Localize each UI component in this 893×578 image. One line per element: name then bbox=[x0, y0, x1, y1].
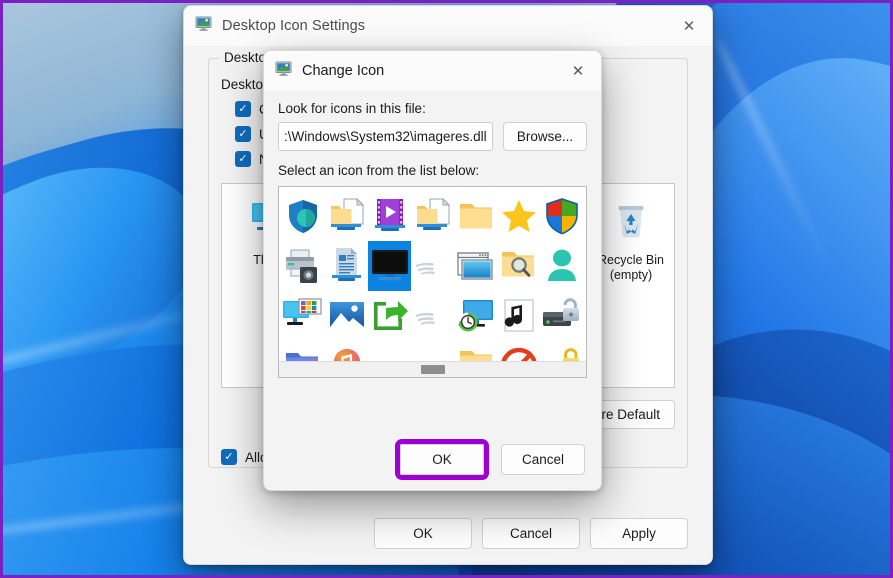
change-icon-footer: OK Cancel bbox=[264, 428, 601, 490]
desktop-icon-settings-footer: OK Cancel Apply bbox=[184, 502, 712, 564]
icon-cell-star-favorites[interactable] bbox=[498, 191, 541, 241]
icon-cell-share-arrow[interactable] bbox=[368, 291, 411, 341]
checkbox-user-files[interactable]: ✓ bbox=[235, 126, 251, 142]
icon-cell-folder-search[interactable] bbox=[498, 241, 541, 291]
checkbox-allow-themes[interactable]: ✓ bbox=[221, 449, 237, 465]
desktop-monitor-icon bbox=[274, 59, 293, 83]
icon-cell-window-program[interactable] bbox=[455, 241, 498, 291]
icon-cell-folder-document-stand[interactable] bbox=[325, 191, 368, 241]
settings-apply-button[interactable]: Apply bbox=[590, 518, 688, 549]
icon-list-box[interactable] bbox=[278, 186, 587, 378]
settings-ok-button[interactable]: OK bbox=[374, 518, 472, 549]
file-path-label: Look for icons in this file: bbox=[278, 101, 587, 116]
settings-cancel-button[interactable]: Cancel bbox=[482, 518, 580, 549]
close-icon[interactable]: ✕ bbox=[666, 6, 712, 46]
icon-cell-music-note[interactable] bbox=[498, 291, 541, 341]
change-icon-body: Look for icons in this file: :\Windows\S… bbox=[264, 91, 601, 378]
icon-grid bbox=[279, 187, 586, 378]
icon-cell-picture-image[interactable] bbox=[325, 291, 368, 341]
icon-cell-user-account[interactable] bbox=[541, 241, 584, 291]
file-path-row: :\Windows\System32\imageres.dll Browse..… bbox=[278, 122, 587, 151]
icon-cell-printer-fax[interactable] bbox=[281, 241, 325, 291]
close-icon[interactable]: ✕ bbox=[555, 51, 601, 91]
ok-button-highlight: OK bbox=[395, 439, 489, 480]
desktop-monitor-icon bbox=[194, 14, 213, 38]
change-icon-titlebar: Change Icon ✕ bbox=[264, 51, 601, 91]
browse-button[interactable]: Browse... bbox=[503, 122, 587, 151]
preview-item-recycle-bin-label-2: (empty) bbox=[610, 268, 652, 284]
icon-cell-monitor-color-palette[interactable] bbox=[281, 291, 325, 341]
change-icon-title: Change Icon bbox=[302, 63, 384, 79]
icon-cell-folder-plain[interactable] bbox=[455, 191, 498, 241]
change-icon-dialog: Change Icon ✕ Look for icons in this fil… bbox=[263, 50, 602, 491]
scrollbar-thumb[interactable] bbox=[421, 365, 445, 374]
icon-cell-monitor-restore-history[interactable] bbox=[455, 291, 498, 341]
icon-cell-monitor-display[interactable] bbox=[368, 241, 411, 291]
change-icon-cancel-button[interactable]: Cancel bbox=[501, 444, 585, 475]
recycle-bin-empty-icon bbox=[611, 200, 651, 247]
icon-list-horizontal-scrollbar[interactable] bbox=[279, 361, 586, 377]
icon-cell-folder-document-stand-2[interactable] bbox=[411, 191, 454, 241]
icon-cell-document-page-stand[interactable] bbox=[325, 241, 368, 291]
icon-cell-network-swoosh[interactable] bbox=[411, 241, 454, 291]
file-path-input[interactable]: :\Windows\System32\imageres.dll bbox=[278, 122, 493, 151]
desktop-icon-settings-titlebar: Desktop Icon Settings ✕ bbox=[184, 6, 712, 46]
checkbox-computer[interactable]: ✓ bbox=[235, 101, 251, 117]
change-icon-ok-button[interactable]: OK bbox=[400, 444, 484, 475]
checkbox-network[interactable]: ✓ bbox=[235, 151, 251, 167]
icon-cell-drive-unlocked[interactable] bbox=[541, 291, 584, 341]
desktop-icon-settings-title: Desktop Icon Settings bbox=[222, 18, 365, 34]
icon-cell-windows-defender-shield[interactable] bbox=[541, 191, 584, 241]
icon-cell-security-shield-teal[interactable] bbox=[281, 191, 325, 241]
preview-item-recycle-bin-label-1: Recycle Bin bbox=[598, 253, 664, 269]
icon-cell-network-swoosh-2[interactable] bbox=[411, 291, 454, 341]
icon-list-label: Select an icon from the list below: bbox=[278, 163, 587, 178]
icon-cell-video-film-play[interactable] bbox=[368, 191, 411, 241]
